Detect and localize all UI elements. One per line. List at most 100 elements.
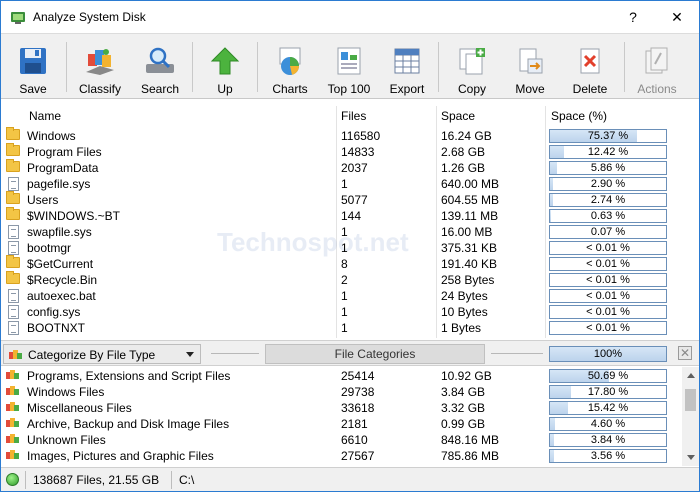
category-icon: [6, 433, 19, 444]
save-label: Save: [19, 82, 47, 96]
category-row[interactable]: Programs, Extensions and Script Files 254…: [1, 368, 681, 384]
category-name: Programs, Extensions and Script Files: [27, 369, 231, 383]
row-files: 1: [341, 289, 348, 303]
move-button[interactable]: Move: [501, 34, 559, 100]
classify-button[interactable]: Classify: [69, 34, 131, 100]
file-icon: [8, 305, 19, 319]
file-list-row[interactable]: Program Files 14833 2.68 GB 12.42 %: [1, 143, 681, 160]
row-space: 604.55 MB: [441, 193, 500, 207]
category-scrollbar[interactable]: [682, 367, 699, 466]
copy-label: Copy: [457, 82, 486, 96]
file-icon: [8, 321, 19, 335]
row-space: 640.00 MB: [441, 177, 500, 191]
category-percent-label: 3.84 %: [590, 434, 626, 446]
category-name: Miscellaneous Files: [27, 401, 132, 415]
scroll-down-icon[interactable]: [687, 455, 695, 460]
file-list-row[interactable]: swapfile.sys 1 16.00 MB 0.07 %: [1, 224, 681, 240]
folder-icon: [6, 143, 20, 156]
divider-line: [491, 353, 543, 354]
space-percent-bar: 0.63 %: [549, 209, 667, 223]
space-percent-label: < 0.01 %: [586, 322, 630, 334]
category-name: Windows Files: [27, 385, 105, 399]
copy-button[interactable]: Copy: [443, 34, 501, 100]
space-percent-label: 2.74 %: [590, 194, 626, 206]
space-percent-bar: 75.37 %: [549, 129, 667, 143]
search-label: Search: [140, 82, 180, 96]
row-space: 139.11 MB: [441, 209, 499, 223]
category-percent-bar: 17.80 %: [549, 385, 667, 399]
category-icon: [6, 417, 19, 428]
row-files: 1: [341, 177, 348, 191]
category-row[interactable]: Unknown Files 6610 848.16 MB 3.84 %: [1, 432, 681, 448]
categorize-dropdown[interactable]: Categorize By File Type: [3, 344, 201, 364]
space-percent-bar: < 0.01 %: [549, 257, 667, 271]
toolbar-separator: [438, 42, 439, 92]
export-button[interactable]: Export: [379, 34, 435, 100]
move-label: Move: [515, 82, 545, 96]
row-files: 1: [341, 241, 348, 255]
move-icon: [513, 44, 547, 78]
row-name: autoexec.bat: [27, 289, 96, 303]
scroll-thumb[interactable]: [685, 389, 696, 411]
space-percent-label: 75.37 %: [587, 130, 629, 142]
file-list-row[interactable]: autoexec.bat 1 24 Bytes < 0.01 %: [1, 288, 681, 304]
top100-button[interactable]: Top 100: [319, 34, 379, 100]
file-list-row[interactable]: $Recycle.Bin 2 258 Bytes < 0.01 %: [1, 271, 681, 288]
folder-icon: [6, 207, 20, 220]
category-name: Archive, Backup and Disk Image Files: [27, 417, 230, 431]
file-list-row[interactable]: $GetCurrent 8 191.40 KB < 0.01 %: [1, 255, 681, 272]
row-files: 1: [341, 305, 348, 319]
actions-button[interactable]: Actions: [627, 34, 687, 100]
chevron-down-icon: [186, 352, 194, 357]
space-percent-bar: < 0.01 %: [549, 241, 667, 255]
row-files: 2: [341, 273, 348, 287]
space-percent-bar: < 0.01 %: [549, 289, 667, 303]
category-files: 27567: [341, 449, 375, 463]
space-percent-bar: 2.74 %: [549, 193, 667, 207]
category-percent-bar: 3.56 %: [549, 449, 667, 463]
category-space: 3.32 GB: [441, 401, 486, 415]
category-row[interactable]: Images, Pictures and Graphic Files 27567 7…: [1, 448, 681, 464]
file-list-row[interactable]: ProgramData 2037 1.26 GB 5.86 %: [1, 159, 681, 176]
category-row[interactable]: Miscellaneous Files 33618 3.32 GB 15.42 %: [1, 400, 681, 416]
row-files: 2037: [341, 161, 368, 175]
delete-button[interactable]: Delete: [559, 34, 621, 100]
category-row[interactable]: Archive, Backup and Disk Image Files 2181…: [1, 416, 681, 432]
file-list-row[interactable]: pagefile.sys 1 640.00 MB 2.90 %: [1, 176, 681, 192]
row-name: swapfile.sys: [27, 225, 92, 239]
row-files: 14833: [341, 145, 375, 159]
classify-label: Classify: [78, 82, 121, 96]
category-files: 29738: [341, 385, 375, 399]
file-categories-button[interactable]: File Categories: [265, 344, 485, 364]
space-percent-label: 5.86 %: [590, 162, 626, 174]
file-list-row[interactable]: BOOTNXT 1 1 Bytes < 0.01 %: [1, 320, 681, 336]
status-bar: 138687 Files, 21.55 GB C:\: [1, 467, 699, 491]
search-button[interactable]: Search: [131, 34, 189, 100]
close-categories-icon[interactable]: ✕: [678, 346, 692, 360]
row-files: 1: [341, 321, 348, 335]
category-row[interactable]: Windows Files 29738 3.84 GB 17.80 %: [1, 384, 681, 400]
scroll-up-icon[interactable]: [687, 373, 695, 378]
close-button[interactable]: ✕: [655, 1, 699, 33]
file-list-row[interactable]: bootmgr 1 375.31 KB < 0.01 %: [1, 240, 681, 256]
charts-label: Charts: [272, 82, 308, 96]
up-label: Up: [217, 82, 233, 96]
save-button[interactable]: Save: [3, 34, 63, 100]
column-header-name[interactable]: Name: [29, 109, 61, 123]
column-header-space[interactable]: Space: [441, 109, 475, 123]
file-list-row[interactable]: config.sys 1 10 Bytes < 0.01 %: [1, 304, 681, 320]
row-space: 1 Bytes: [441, 321, 482, 335]
file-list-row[interactable]: Users 5077 604.55 MB 2.74 %: [1, 191, 681, 208]
row-name: BOOTNXT: [27, 321, 86, 335]
delete-label: Delete: [572, 82, 608, 96]
file-list-row[interactable]: $WINDOWS.~BT 144 139.11 MB 0.63 %: [1, 207, 681, 224]
column-header-space-pct[interactable]: Space (%): [551, 109, 607, 123]
file-list-row[interactable]: Windows 116580 16.24 GB 75.37 %: [1, 127, 681, 144]
category-percent-bar: 50.69 %: [549, 369, 667, 383]
up-button[interactable]: Up: [197, 34, 253, 100]
column-header-files[interactable]: Files: [341, 109, 366, 123]
help-button[interactable]: ?: [611, 1, 655, 33]
charts-button[interactable]: Charts: [261, 34, 319, 100]
space-percent-label: 0.07 %: [590, 226, 626, 238]
space-percent-label: < 0.01 %: [586, 274, 630, 286]
